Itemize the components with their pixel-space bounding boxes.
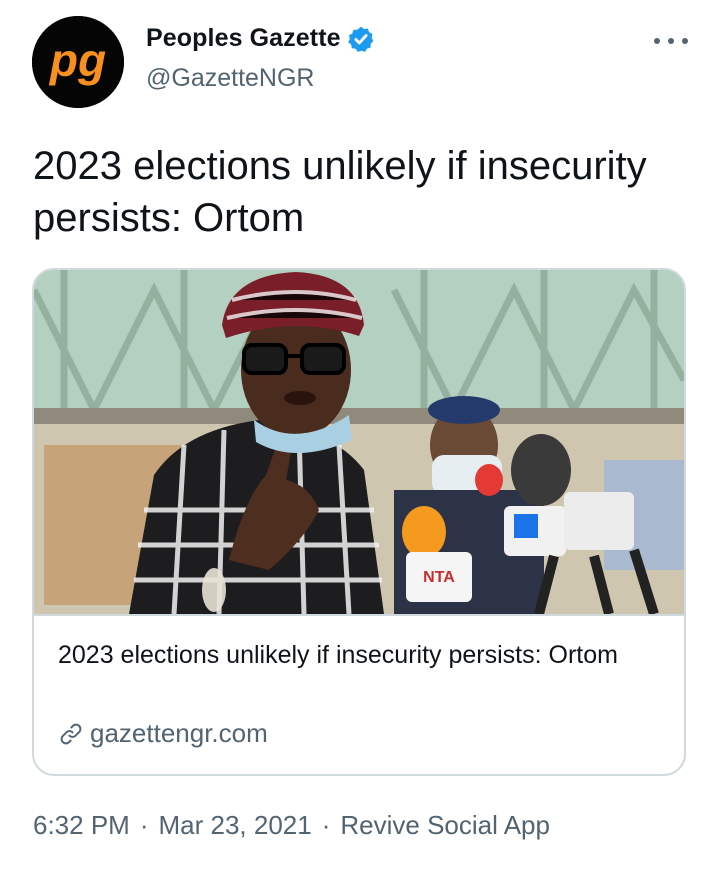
tweet-date[interactable]: Mar 23, 2021 bbox=[159, 810, 312, 841]
meta-separator: · bbox=[139, 810, 149, 840]
more-dot bbox=[682, 38, 688, 44]
verified-badge-icon bbox=[347, 26, 373, 52]
more-dot bbox=[654, 38, 660, 44]
link-icon bbox=[60, 723, 82, 744]
author-handle[interactable]: @GazetteNGR bbox=[146, 64, 314, 93]
tweet-source[interactable]: Revive Social App bbox=[340, 810, 550, 841]
card-link[interactable]: gazettengr.com bbox=[58, 718, 268, 749]
avatar[interactable]: pg bbox=[32, 16, 124, 108]
peoples-gazette-logo: pg bbox=[32, 16, 124, 108]
link-card[interactable]: NTA 2023 elections unlikely if insecurit… bbox=[32, 268, 686, 776]
tweet-meta: 6:32 PM · Mar 23, 2021 · Revive Social A… bbox=[33, 810, 550, 841]
card-title[interactable]: 2023 elections unlikely if insecurity pe… bbox=[58, 637, 658, 674]
author-name-row: Peoples Gazette bbox=[146, 24, 375, 53]
author-display-name[interactable]: Peoples Gazette bbox=[146, 24, 341, 53]
tweet-time[interactable]: 6:32 PM bbox=[33, 810, 130, 841]
card-image[interactable]: NTA bbox=[34, 270, 684, 614]
card-divider bbox=[34, 614, 684, 616]
meta-separator: · bbox=[321, 810, 331, 840]
avatar-logo-text: pg bbox=[48, 34, 106, 86]
more-dot bbox=[668, 38, 674, 44]
card-domain: gazettengr.com bbox=[90, 718, 268, 748]
mic-label: NTA bbox=[423, 569, 455, 586]
more-options-icon[interactable] bbox=[654, 30, 688, 52]
tweet-text: 2023 elections unlikely if insecurity pe… bbox=[33, 144, 647, 240]
